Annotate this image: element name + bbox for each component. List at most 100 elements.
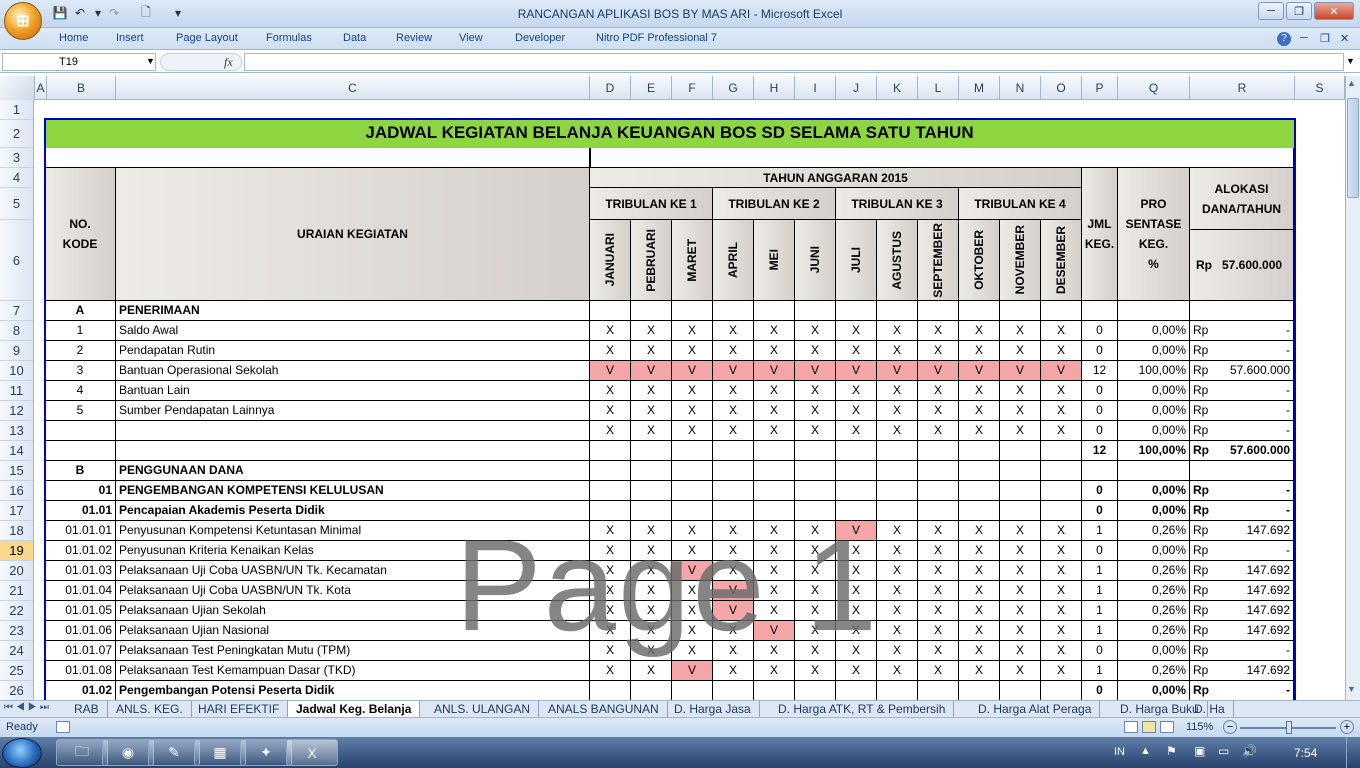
col-header-n[interactable]: N (1000, 76, 1041, 100)
expand-formula-bar-icon[interactable]: ▼ (1346, 56, 1355, 66)
sheet-tab-10[interactable]: D. Ha (1186, 701, 1234, 717)
row-header-22[interactable]: 22 (0, 601, 33, 621)
col-header-e[interactable]: E (631, 76, 672, 100)
redo-icon[interactable]: ↷ (106, 5, 122, 21)
row-header-9[interactable]: 9 (0, 341, 33, 361)
normal-view-icon[interactable] (1124, 721, 1138, 733)
start-button[interactable] (2, 738, 42, 768)
formula-input[interactable] (244, 53, 1344, 71)
save-icon[interactable]: 💾 (52, 5, 68, 21)
select-all-button[interactable] (0, 76, 35, 100)
network-app-icon[interactable]: ✦ (240, 739, 292, 766)
network-icon[interactable]: ▣ (1194, 744, 1205, 758)
col-header-l[interactable]: L (918, 76, 959, 100)
row-header-26[interactable]: 26 (0, 681, 33, 701)
scroll-up-icon[interactable]: ▲ (1347, 78, 1356, 88)
name-box[interactable]: T19 (2, 53, 156, 71)
volume-icon[interactable]: 🔊 (1242, 744, 1257, 758)
sheet-tab-0[interactable]: RAB (66, 701, 108, 717)
minimize-button[interactable]: ─ (1258, 2, 1284, 20)
clock[interactable]: 7:54 (1294, 746, 1317, 760)
sheet-tab-4[interactable]: ANLS. ULANGAN (426, 701, 540, 717)
col-header-o[interactable]: O (1041, 76, 1082, 100)
close-button[interactable]: ✕ (1314, 2, 1354, 20)
sheet-tab-1[interactable]: ANLS. KEG. (108, 701, 192, 717)
row-header-16[interactable]: 16 (0, 481, 33, 501)
row-header-19[interactable]: 19 (0, 541, 33, 561)
chrome-icon[interactable]: ◉ (102, 739, 154, 766)
row-header-11[interactable]: 11 (0, 381, 33, 401)
row-header-6[interactable]: 6 (0, 220, 33, 301)
row-header-17[interactable]: 17 (0, 501, 33, 521)
col-header-k[interactable]: K (877, 76, 918, 100)
row-header-24[interactable]: 24 (0, 641, 33, 661)
col-header-b[interactable]: B (47, 76, 116, 100)
tab-formulas[interactable]: Formulas (266, 32, 312, 44)
row-header-21[interactable]: 21 (0, 581, 33, 601)
row-header-3[interactable]: 3 (0, 148, 33, 168)
zoom-level[interactable]: 115% (1186, 721, 1213, 733)
row-header-7[interactable]: 7 (0, 301, 33, 321)
col-header-q[interactable]: Q (1118, 76, 1190, 100)
row-header-12[interactable]: 12 (0, 401, 33, 421)
insert-function-icon[interactable]: fx (224, 55, 233, 70)
notification-icon[interactable]: ⚑ (1166, 744, 1177, 758)
page-break-view-icon[interactable] (1160, 721, 1174, 733)
help-icon[interactable]: ? (1277, 32, 1291, 46)
col-header-h[interactable]: H (754, 76, 795, 100)
row-header-2[interactable]: 2 (0, 120, 33, 148)
col-header-p[interactable]: P (1082, 76, 1118, 100)
vertical-scrollbar[interactable]: ▲ ▼ (1345, 76, 1360, 700)
office-button[interactable]: ⊞ (4, 2, 42, 40)
col-header-g[interactable]: G (713, 76, 754, 100)
tab-developer[interactable]: Developer (515, 32, 565, 44)
tab-data[interactable]: Data (343, 32, 366, 44)
print-preview-icon[interactable]: 🗋 (138, 5, 154, 21)
worksheet-grid[interactable]: JADWAL KEGIATAN BELANJA KEUANGAN BOS SD … (35, 100, 1345, 700)
tab-nitro-pdf[interactable]: Nitro PDF Professional 7 (596, 32, 717, 44)
tab-review[interactable]: Review (396, 32, 432, 44)
col-header-r[interactable]: R (1190, 76, 1295, 100)
page-layout-view-icon[interactable] (1142, 721, 1156, 733)
zoom-out-icon[interactable]: − (1223, 720, 1237, 734)
ribbon-minimize-icon[interactable]: ─ (1300, 32, 1308, 44)
scroll-thumb[interactable] (1347, 98, 1359, 198)
col-header-f[interactable]: F (672, 76, 713, 100)
col-header-s[interactable]: S (1295, 76, 1345, 100)
sheet-tab-3[interactable]: Jadwal Keg. Belanja (288, 701, 421, 717)
sheet-tab-8[interactable]: D. Harga Alat Peraga (970, 701, 1101, 717)
col-header-a[interactable]: A (35, 76, 47, 100)
undo-icon[interactable]: ↶ (72, 5, 88, 21)
row-header-14[interactable]: 14 (0, 441, 33, 461)
row-header-20[interactable]: 20 (0, 561, 33, 581)
battery-icon[interactable]: ▭ (1218, 744, 1229, 758)
ribbon-close-icon[interactable]: ✕ (1340, 32, 1349, 45)
sheet-tab-6[interactable]: D. Harga Jasa (666, 701, 760, 717)
zoom-in-icon[interactable]: + (1340, 720, 1354, 734)
row-header-23[interactable]: 23 (0, 621, 33, 641)
explorer-icon[interactable]: 🗀 (56, 739, 108, 766)
name-box-dropdown-icon[interactable]: ▼ (146, 56, 155, 66)
col-header-j[interactable]: J (836, 76, 877, 100)
pen-tool-icon[interactable]: ✎ (148, 739, 200, 766)
tab-page-layout[interactable]: Page Layout (176, 32, 238, 44)
row-header-13[interactable]: 13 (0, 421, 33, 441)
macro-record-icon[interactable] (56, 721, 70, 733)
row-header-15[interactable]: 15 (0, 461, 33, 481)
zoom-slider-thumb[interactable] (1286, 721, 1292, 734)
language-indicator[interactable]: IN (1114, 746, 1125, 758)
calculator-icon[interactable]: ▦ (194, 739, 246, 766)
sheet-tab-2[interactable]: HARI EFEKTIF (190, 701, 289, 717)
row-header-18[interactable]: 18 (0, 521, 33, 541)
tab-insert[interactable]: Insert (116, 32, 144, 44)
row-header-10[interactable]: 10 (0, 361, 33, 381)
ribbon-restore-icon[interactable]: ❐ (1320, 32, 1330, 45)
row-header-25[interactable]: 25 (0, 661, 33, 681)
excel-icon[interactable]: X (286, 739, 338, 766)
restore-button[interactable]: ❐ (1286, 2, 1312, 20)
undo-dropdown-icon[interactable]: ▾ (90, 5, 106, 21)
col-header-i[interactable]: I (795, 76, 836, 100)
show-desktop-button[interactable] (1346, 737, 1360, 768)
tray-expand-icon[interactable]: ▲ (1140, 745, 1151, 757)
sheet-tab-7[interactable]: D. Harga ATK, RT & Pembersih (770, 701, 955, 717)
